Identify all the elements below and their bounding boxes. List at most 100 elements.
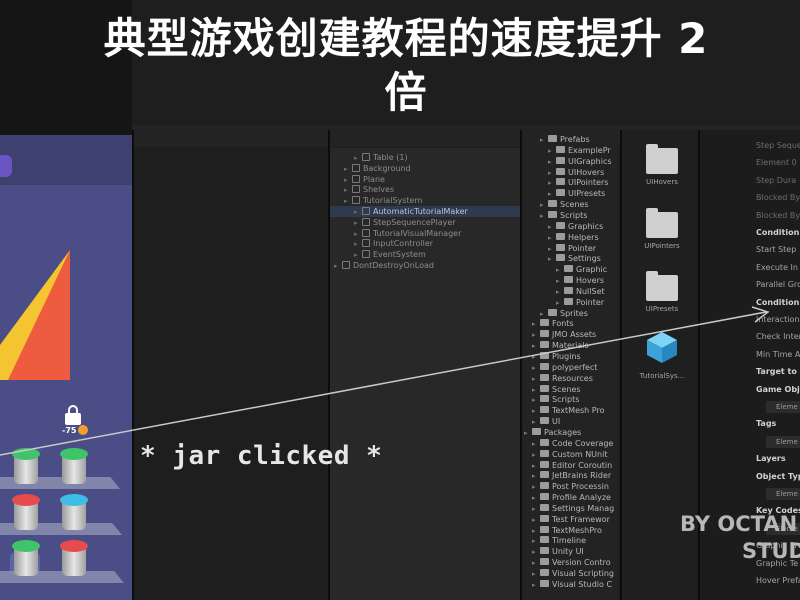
hierarchy-item[interactable]: ▸ Background	[330, 163, 520, 174]
hierarchy-item-label: InputController	[373, 239, 434, 249]
jar[interactable]	[12, 448, 40, 484]
asset-item[interactable]: UIHovers	[638, 144, 686, 186]
expand-arrow-icon[interactable]: ▸	[334, 261, 342, 272]
hierarchy-item[interactable]: ▸ AutomaticTutorialMaker	[330, 206, 520, 217]
inspector-field[interactable]: Eleme	[766, 401, 800, 413]
folder-icon	[646, 271, 678, 301]
project-folder[interactable]: ▸ Unity UI	[532, 546, 584, 557]
project-folder-label: Post Processin	[552, 482, 609, 492]
project-folder[interactable]: ▸ Packages	[524, 427, 581, 438]
project-folder[interactable]: ▸ Test Framewor	[532, 514, 610, 525]
level-badge	[0, 155, 12, 177]
asset-item[interactable]: TutorialSys...	[638, 330, 686, 380]
project-folder-label: Prefabs	[560, 135, 590, 144]
project-folder[interactable]: ▸ Settings Manag	[532, 503, 614, 514]
project-folder[interactable]: ▸ Graphic	[556, 264, 607, 275]
project-folder[interactable]: ▸ ExamplePr	[548, 145, 611, 156]
folder-icon	[540, 438, 549, 446]
asset-label: UIPointers	[644, 242, 680, 250]
project-panel[interactable]: ▸ Prefabs ▸ ExamplePr ▸ UIGraphics ▸ UIHovers ▸ U…	[522, 130, 618, 600]
project-folder[interactable]: ▸ UIHovers	[548, 167, 604, 178]
jar[interactable]	[60, 494, 88, 530]
inspector-field[interactable]: Eleme	[766, 488, 800, 500]
folder-icon	[556, 145, 565, 153]
project-folder[interactable]: ▸ NullSet	[556, 286, 605, 297]
project-folder[interactable]: ▸ Post Processin	[532, 481, 609, 492]
project-folder[interactable]: ▸ UIGraphics	[548, 156, 612, 167]
hierarchy-item[interactable]: ▸ Table (1)	[330, 152, 520, 163]
game-view[interactable]: ✦ -75	[0, 135, 132, 600]
video-frame: ✦ -75 ▸Table (1)▸Background▸Plane▸Shelve…	[0, 0, 800, 600]
hierarchy-item[interactable]: ▸ TutorialSystem	[330, 195, 520, 206]
project-folder[interactable]: ▸ Timeline	[532, 535, 586, 546]
project-folder[interactable]: ▸ Resources	[532, 373, 593, 384]
inspector-label: Hover Prefa	[756, 576, 800, 585]
project-folder-label: TextMeshPro	[552, 525, 602, 535]
project-folder[interactable]: ▸ Settings	[548, 253, 601, 264]
expand-arrow-icon[interactable]: ▸	[532, 580, 540, 591]
expand-arrow-icon[interactable]: ▸	[540, 135, 548, 146]
project-folder[interactable]: ▸ Profile Analyze	[532, 492, 611, 503]
project-folder[interactable]: ▸ Hovers	[556, 275, 604, 286]
project-folder[interactable]: ▸ Plugins	[532, 351, 581, 362]
jar[interactable]	[60, 540, 88, 576]
project-folder[interactable]: ▸ Fonts	[532, 318, 574, 329]
project-folder[interactable]: ▸ Materials	[532, 340, 589, 351]
cube-icon	[647, 332, 677, 363]
project-folder[interactable]: ▸ Custom NUnit	[532, 449, 607, 460]
project-folder[interactable]: ▸ Visual Studio C	[532, 579, 612, 590]
project-folder[interactable]: ▸ polyperfect	[532, 362, 598, 373]
project-folder-label: Sprites	[560, 308, 588, 318]
project-folder[interactable]: ▸ UIPointers	[548, 177, 608, 188]
project-folder[interactable]: ▸ JMO Assets	[532, 329, 596, 340]
folder-icon	[556, 178, 565, 186]
folder-icon	[540, 579, 549, 587]
project-folder[interactable]: ▸ Editor Coroutin	[532, 460, 612, 471]
watermark: BY OCTAN STUD	[680, 511, 800, 565]
project-folder[interactable]: ▸ Visual Scripting	[532, 568, 614, 579]
hierarchy-item[interactable]: ▸ EventSystem	[330, 249, 520, 260]
project-folder-label: polyperfect	[552, 362, 598, 372]
inspector-label: Check Inter	[756, 332, 800, 342]
project-folder[interactable]: ▸ Graphics	[548, 221, 603, 232]
hierarchy-item[interactable]: ▸ Plane	[330, 174, 520, 185]
project-folder[interactable]: ▸ TextMesh Pro	[532, 405, 604, 416]
project-folder[interactable]: ▸ Prefabs	[540, 134, 590, 145]
project-folder[interactable]: ▸ Helpers	[548, 232, 599, 243]
expand-arrow-icon[interactable]: ▸	[524, 428, 532, 439]
project-folder[interactable]: ▸ Scripts	[540, 210, 587, 221]
panel-divider[interactable]	[132, 130, 134, 600]
jar[interactable]	[60, 448, 88, 484]
jar[interactable]	[12, 540, 40, 576]
project-folder[interactable]: ▸ UI	[532, 416, 560, 427]
gameobject-icon	[352, 174, 360, 183]
project-folder[interactable]: ▸ JetBrains Rider	[532, 470, 611, 481]
asset-item[interactable]: UIPresets	[638, 271, 686, 313]
project-folder[interactable]: ▸ Pointer	[548, 243, 596, 254]
project-folder[interactable]: ▸ Sprites	[540, 308, 588, 319]
project-folder[interactable]: ▸ UIPresets	[548, 188, 605, 199]
hierarchy-item[interactable]: ▸ Shelves	[330, 184, 520, 195]
project-folder[interactable]: ▸ Code Coverage	[532, 438, 613, 449]
asset-item[interactable]: UIPointers	[638, 208, 686, 250]
folder-icon	[564, 297, 573, 305]
hierarchy-item[interactable]: ▸ StepSequencePlayer	[330, 217, 520, 228]
expand-arrow-icon[interactable]: ▸	[548, 254, 556, 265]
jar[interactable]	[12, 494, 40, 530]
hierarchy-item[interactable]: ▸ TutorialVisualManager	[330, 228, 520, 239]
project-folder-label: Fonts	[552, 319, 574, 329]
hierarchy-panel[interactable]: ▸ Table (1) ▸ Background ▸ Plane ▸ Shelves ▸ Tuto…	[330, 148, 520, 600]
hierarchy-item-label: StepSequencePlayer	[373, 217, 456, 227]
hierarchy-item[interactable]: ▸ DontDestroyOnLoad	[330, 260, 520, 271]
project-folder[interactable]: ▸ Scripts	[532, 394, 579, 405]
hierarchy-item-label: AutomaticTutorialMaker	[373, 207, 468, 216]
project-folder[interactable]: ▸ Scenes	[540, 199, 589, 210]
expand-arrow-icon[interactable]: ▸	[540, 211, 548, 222]
inspector-field[interactable]: Eleme	[766, 435, 800, 448]
project-folder[interactable]: ▸ Version Contro	[532, 557, 611, 568]
project-folder[interactable]: ▸ TextMeshPro	[532, 525, 602, 536]
hierarchy-item[interactable]: ▸ InputController	[330, 238, 520, 249]
folder-icon	[532, 427, 541, 435]
project-folder[interactable]: ▸ Scenes	[532, 384, 581, 395]
project-folder[interactable]: ▸ Pointer	[556, 297, 604, 308]
